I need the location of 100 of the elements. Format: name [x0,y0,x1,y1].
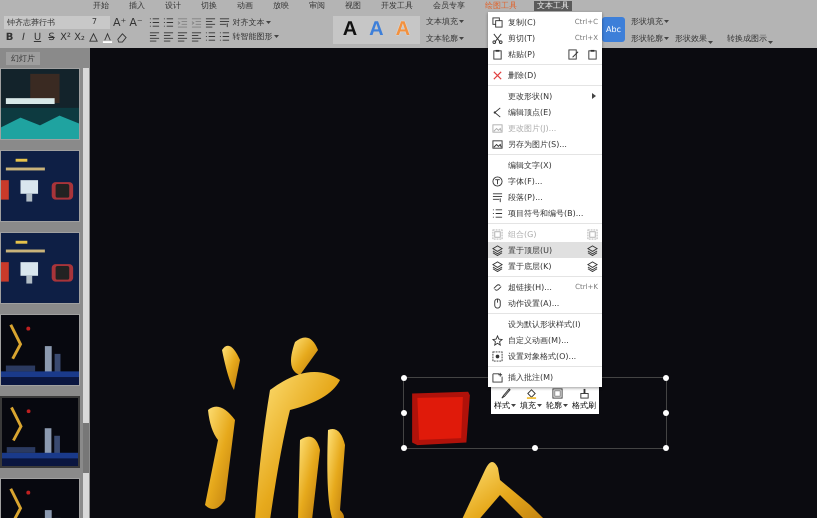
caret-icon [768,40,773,44]
highlighter-icon[interactable] [88,32,99,43]
shape-effects-button[interactable]: 形状效果 [675,16,713,44]
caret-icon [459,20,464,23]
copy-icon [492,16,503,28]
group-icon [492,228,503,240]
layers-icon [492,260,503,272]
shrink-font-button[interactable]: A⁻ [129,16,143,29]
mini-toolbar-button[interactable]: 样式 [494,388,516,411]
shape-outline-button[interactable]: 形状轮廓 [631,32,669,44]
menu-tab[interactable]: 会员专享 [430,0,468,10]
caret-icon [274,35,279,38]
format-button[interactable]: X₂ [74,32,85,43]
image-icon [492,138,503,150]
scissors-icon [492,32,503,44]
menu-tab[interactable]: 放映 [270,0,292,10]
align-icon [176,31,188,42]
list-icon [162,17,174,28]
caret-icon [664,20,669,23]
text-outline-button[interactable]: 文本轮廓 [426,32,464,44]
caret-icon [664,36,669,40]
submenu-arrow-icon [592,93,596,99]
menu-item[interactable]: 删除(D) [488,67,602,83]
align-icon [162,31,174,42]
resize-handle[interactable] [532,445,538,451]
link-icon [492,282,503,292]
x-icon [492,70,503,80]
mini-toolbar-button[interactable]: 填充 [520,388,542,411]
format-button[interactable]: S [46,32,57,43]
menu-tab[interactable]: 插入 [126,0,148,10]
shape-style-button[interactable]: Abc [602,17,625,42]
resize-handle[interactable] [663,410,669,416]
list-icon [492,208,503,218]
clipboard-icon [587,48,598,60]
align-icon [204,17,216,28]
menu-tab[interactable]: 开始 [90,0,112,10]
menu-item[interactable]: 更改形状(N) [488,88,602,104]
format-button[interactable]: U [32,32,43,43]
menu-item[interactable]: 编辑顶点(E) [488,104,602,120]
layers-icon [587,244,598,256]
text-style-option[interactable]: A [342,18,358,41]
menu-item[interactable]: 字体(F)... [488,173,602,189]
align-icon [190,31,202,42]
mini-toolbar-button[interactable]: 格式刷 [572,388,596,411]
font-icon [492,176,503,186]
menu-tab[interactable]: 开发工具 [378,0,416,10]
font-color-icon[interactable] [102,32,113,43]
menu-item[interactable]: 编辑文字(X) [488,157,602,173]
grow-font-button[interactable]: A⁺ [113,16,126,29]
format-button[interactable]: B [4,32,15,43]
resize-handle[interactable] [401,375,407,381]
menu-tab[interactable]: 文本工具 [534,0,572,10]
resize-handle[interactable] [401,410,407,416]
caret-icon [708,40,713,44]
menu-tab[interactable]: 切换 [198,0,220,10]
menu-item[interactable]: 插入批注(M) [488,369,602,385]
text-fill-button[interactable]: 文本填充 [426,16,464,26]
mini-toolbar-button[interactable]: 轮廓 [546,388,568,411]
scrollbar[interactable] [83,68,89,518]
dashed-square-icon [492,350,503,362]
list-icon [204,31,216,42]
caret-icon [459,36,464,40]
smart-art-button[interactable]: 转智能图形 [232,31,279,42]
caret-icon [266,21,271,24]
resize-handle[interactable] [663,375,669,381]
slides-tab[interactable]: 幻灯片 [6,52,40,64]
menu-item[interactable]: 动作设置(A)... [488,295,602,311]
menu-tab[interactable]: 视图 [342,0,364,10]
menu-item[interactable]: 设置对象格式(O)... [488,348,602,364]
layers-icon [492,244,503,256]
resize-handle[interactable] [663,445,669,451]
menu-tab[interactable]: 审阅 [306,0,328,10]
menu-item[interactable]: 自定义动画(M)... [488,332,602,348]
indent-icon [190,17,202,28]
bucket-icon [526,388,536,399]
menu-item[interactable]: 项目符号和编号(B)... [488,205,602,221]
menu-item[interactable]: 置于顶层(U) [488,242,602,258]
resize-handle[interactable] [401,445,407,451]
convert-button[interactable]: 转换成图示 [727,16,773,44]
list-icon [218,31,230,42]
menu-item[interactable]: 段落(P)... [488,189,602,205]
menu-item[interactable]: 设为默认形状样式(I) [488,316,602,332]
menu-item[interactable]: 粘贴(P) [488,46,602,62]
format-button[interactable]: X² [60,32,71,43]
star-icon [492,334,503,346]
menu-tab[interactable]: 动画 [234,0,256,10]
layers-icon [587,260,598,272]
image-icon [492,122,503,134]
shape-fill-button[interactable]: 形状填充 [631,16,669,26]
menu-item[interactable]: 置于底层(K) [488,258,602,274]
caret-icon [563,404,568,407]
clipboard-icon [492,48,503,60]
format-button[interactable]: I [18,32,29,43]
group-icon [587,228,598,240]
menu-tab[interactable]: 设计 [162,0,184,10]
vertex-icon [492,106,503,118]
align-text-button[interactable]: 对齐文本 [232,17,271,28]
paragraph-icon [492,192,503,202]
font-field[interactable]: 钟齐志莽行书 7 [4,16,110,29]
menu-item[interactable]: 另存为图片(S)... [488,136,602,152]
